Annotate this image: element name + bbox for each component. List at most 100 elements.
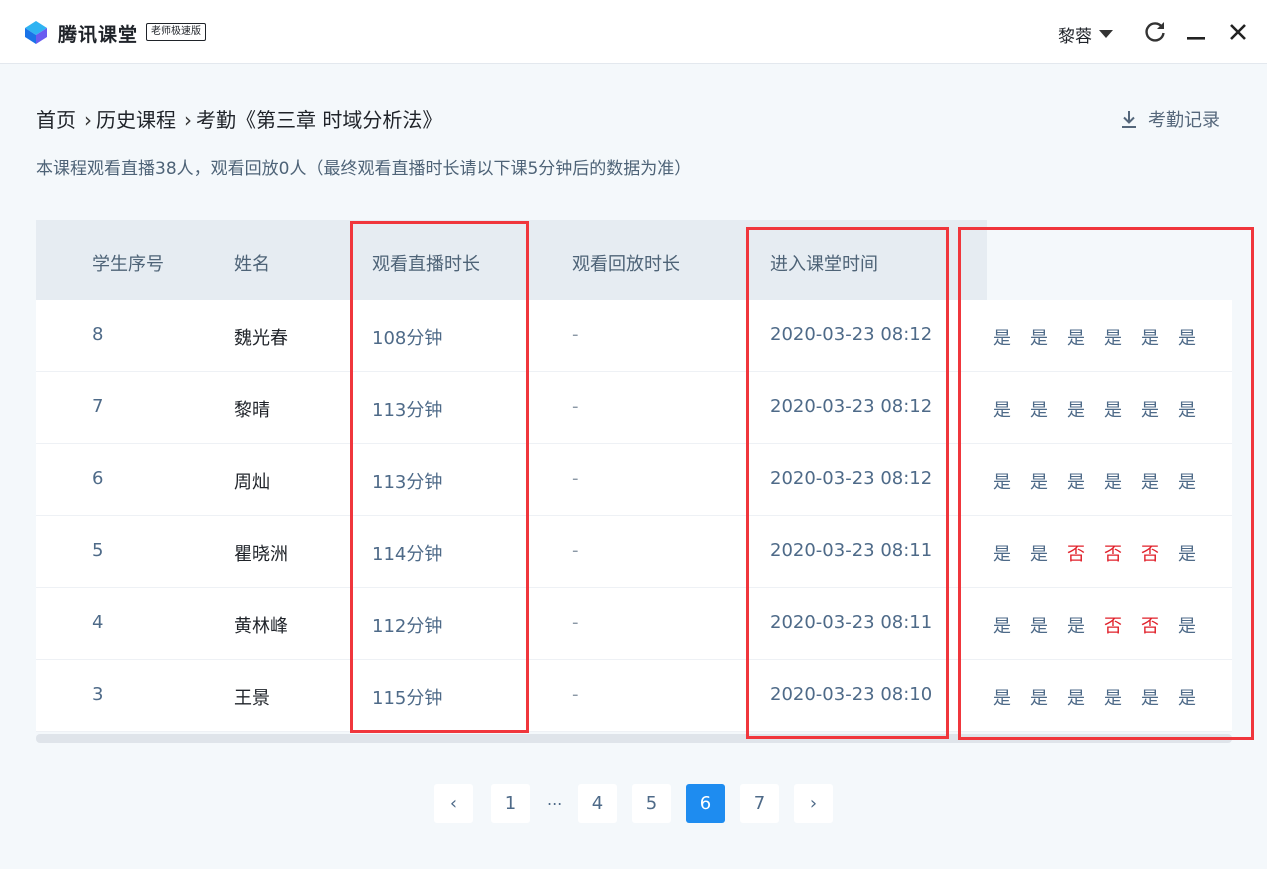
caret-down-icon[interactable] bbox=[1099, 30, 1113, 38]
pagination-prev-button[interactable]: ‹ bbox=[434, 784, 473, 823]
column-header-live-duration: 观看直播时长 bbox=[372, 254, 480, 275]
cell-attendance-flags: 是是是是是是 bbox=[993, 324, 1215, 350]
close-icon[interactable] bbox=[1224, 18, 1252, 46]
breadcrumb-current: 考勤《第三章 时域分析法》 bbox=[196, 108, 443, 132]
table-body: 8 魏光春 108分钟 -2020-03-23 08:12 是是是是是是 7 黎晴 113分钟… bbox=[36, 300, 1232, 732]
pagination-page-button[interactable]: 4 bbox=[578, 784, 617, 823]
attendance-flag: 是 bbox=[1030, 472, 1048, 493]
refresh-icon[interactable] bbox=[1141, 18, 1169, 46]
cell-live-duration: 114分钟 bbox=[372, 544, 443, 565]
attendance-flag: 是 bbox=[1178, 616, 1196, 637]
attendance-flag: 是 bbox=[1178, 544, 1196, 565]
table-row: 4 黄林峰 112分钟 -2020-03-23 08:11 是是是否否是 bbox=[36, 588, 1232, 660]
attendance-flag: 是 bbox=[1104, 328, 1122, 349]
cell-replay-duration: - bbox=[572, 468, 579, 489]
attendance-flag: 是 bbox=[1030, 688, 1048, 709]
cell-enter-time: 2020-03-23 08:10 bbox=[770, 684, 933, 705]
attendance-flag: 是 bbox=[993, 544, 1011, 565]
cell-replay-duration: - bbox=[572, 396, 579, 417]
cell-student-id: 6 bbox=[92, 468, 104, 489]
attendance-flag: 是 bbox=[1104, 472, 1122, 493]
attendance-flag: 是 bbox=[1067, 400, 1085, 421]
table-row: 7 黎晴 113分钟 - 2020-03-23 08:12 是是是是是是 bbox=[36, 372, 1232, 444]
cell-replay-duration: - bbox=[572, 612, 579, 633]
cell-student-id: 4 bbox=[92, 612, 104, 633]
cell-student-name: 瞿晓洲 bbox=[234, 544, 288, 565]
cell-enter-time: 2020-03-23 08:12 bbox=[770, 468, 933, 489]
minimize-icon[interactable] bbox=[1182, 18, 1210, 46]
title-bar: 腾讯课堂 老师极速版 黎蓉 bbox=[0, 0, 1267, 64]
attendance-flag: 是 bbox=[1067, 688, 1085, 709]
pagination-page-button[interactable]: 7 bbox=[740, 784, 779, 823]
attendance-flag: 是 bbox=[1030, 328, 1048, 349]
cell-replay-duration: - bbox=[572, 324, 579, 345]
cell-student-id: 5 bbox=[92, 540, 104, 561]
column-header-enter-time: 进入课堂时间 bbox=[770, 254, 878, 275]
cell-student-name: 黄林峰 bbox=[234, 616, 288, 637]
attendance-flag: 是 bbox=[1030, 616, 1048, 637]
attendance-record-export-button[interactable]: 考勤记录 bbox=[1120, 106, 1220, 132]
column-header-student-id: 学生序号 bbox=[92, 254, 164, 275]
cell-attendance-flags: 是是是是是是 bbox=[993, 396, 1215, 422]
table-row: 6 周灿 113分钟 - 2020-03-23 08:12 是是是是是是 bbox=[36, 444, 1232, 516]
cell-attendance-flags: 是是是否否是 bbox=[993, 612, 1215, 638]
cell-live-duration: 112分钟 bbox=[372, 616, 443, 637]
cell-enter-time: 2020-03-23 08:12 bbox=[770, 396, 933, 417]
cell-attendance-flags: 是是是是是是 bbox=[993, 684, 1215, 710]
attendance-flag: 是 bbox=[1178, 328, 1196, 349]
horizontal-scrollbar[interactable] bbox=[36, 734, 1232, 743]
pagination-page-button-active[interactable]: 6 bbox=[686, 784, 725, 823]
breadcrumb-home[interactable]: 首页 bbox=[36, 108, 76, 132]
user-name[interactable]: 黎蓉 bbox=[1058, 22, 1092, 47]
attendance-summary: 本课程观看直播38人，观看回放0人（最终观看直播时长请以下课5分钟后的数据为准） bbox=[36, 159, 692, 179]
attendance-flag: 是 bbox=[993, 400, 1011, 421]
attendance-flag: 是 bbox=[1030, 544, 1048, 565]
cell-enter-time: 2020-03-23 08:12 bbox=[770, 324, 933, 345]
chevron-right-icon: › bbox=[84, 108, 92, 132]
export-label: 考勤记录 bbox=[1148, 110, 1220, 131]
cell-student-name: 魏光春 bbox=[234, 328, 288, 349]
table-row: 3 王景 115分钟 -2020-03-23 08:10 是是是是是是 bbox=[36, 660, 1232, 732]
pagination-ellipsis: ... bbox=[547, 790, 563, 809]
cell-live-duration: 115分钟 bbox=[372, 688, 443, 709]
cell-live-duration: 113分钟 bbox=[372, 400, 443, 421]
table-row: 8 魏光春 108分钟 - 2020-03-23 08:12 是是是是是是 bbox=[36, 300, 1232, 372]
cell-live-duration: 113分钟 bbox=[372, 472, 443, 493]
attendance-flag: 否 bbox=[1141, 616, 1159, 637]
breadcrumb-history[interactable]: 历史课程 bbox=[96, 108, 176, 132]
attendance-flag: 是 bbox=[993, 472, 1011, 493]
attendance-flag: 是 bbox=[1104, 688, 1122, 709]
cell-student-name: 黎晴 bbox=[234, 400, 270, 421]
pagination-page-button[interactable]: 1 bbox=[491, 784, 530, 823]
attendance-flag: 是 bbox=[993, 688, 1011, 709]
attendance-flag: 否 bbox=[1067, 544, 1085, 565]
pagination-next-button[interactable]: › bbox=[794, 784, 833, 823]
edition-badge: 老师极速版 bbox=[146, 23, 206, 41]
cell-student-id: 8 bbox=[92, 324, 104, 345]
attendance-flag: 是 bbox=[1067, 616, 1085, 637]
cell-live-duration: 108分钟 bbox=[372, 328, 443, 349]
cell-attendance-flags: 是是是是是是 bbox=[993, 468, 1215, 494]
attendance-flag: 是 bbox=[1141, 328, 1159, 349]
attendance-flag: 是 bbox=[1178, 688, 1196, 709]
attendance-flag: 否 bbox=[1104, 616, 1122, 637]
attendance-flag: 是 bbox=[1141, 688, 1159, 709]
cell-student-id: 7 bbox=[92, 396, 104, 417]
cell-replay-duration: - bbox=[572, 540, 579, 561]
app-brand: 腾讯课堂 bbox=[58, 24, 139, 46]
pagination-page-button[interactable]: 5 bbox=[632, 784, 671, 823]
attendance-flag: 是 bbox=[1104, 400, 1122, 421]
attendance-flag: 是 bbox=[1030, 400, 1048, 421]
attendance-flag: 是 bbox=[1067, 472, 1085, 493]
cell-student-name: 周灿 bbox=[234, 472, 270, 493]
attendance-flag: 否 bbox=[1104, 544, 1122, 565]
cell-student-name: 王景 bbox=[234, 688, 270, 709]
column-header-replay-duration: 观看回放时长 bbox=[572, 254, 680, 275]
attendance-flag: 否 bbox=[1141, 544, 1159, 565]
cell-enter-time: 2020-03-23 08:11 bbox=[770, 540, 933, 561]
attendance-flag: 是 bbox=[1178, 400, 1196, 421]
tencent-classroom-logo-icon bbox=[25, 21, 47, 44]
cell-student-id: 3 bbox=[92, 684, 104, 705]
attendance-flag: 是 bbox=[1067, 328, 1085, 349]
chevron-right-icon: › bbox=[184, 108, 192, 132]
